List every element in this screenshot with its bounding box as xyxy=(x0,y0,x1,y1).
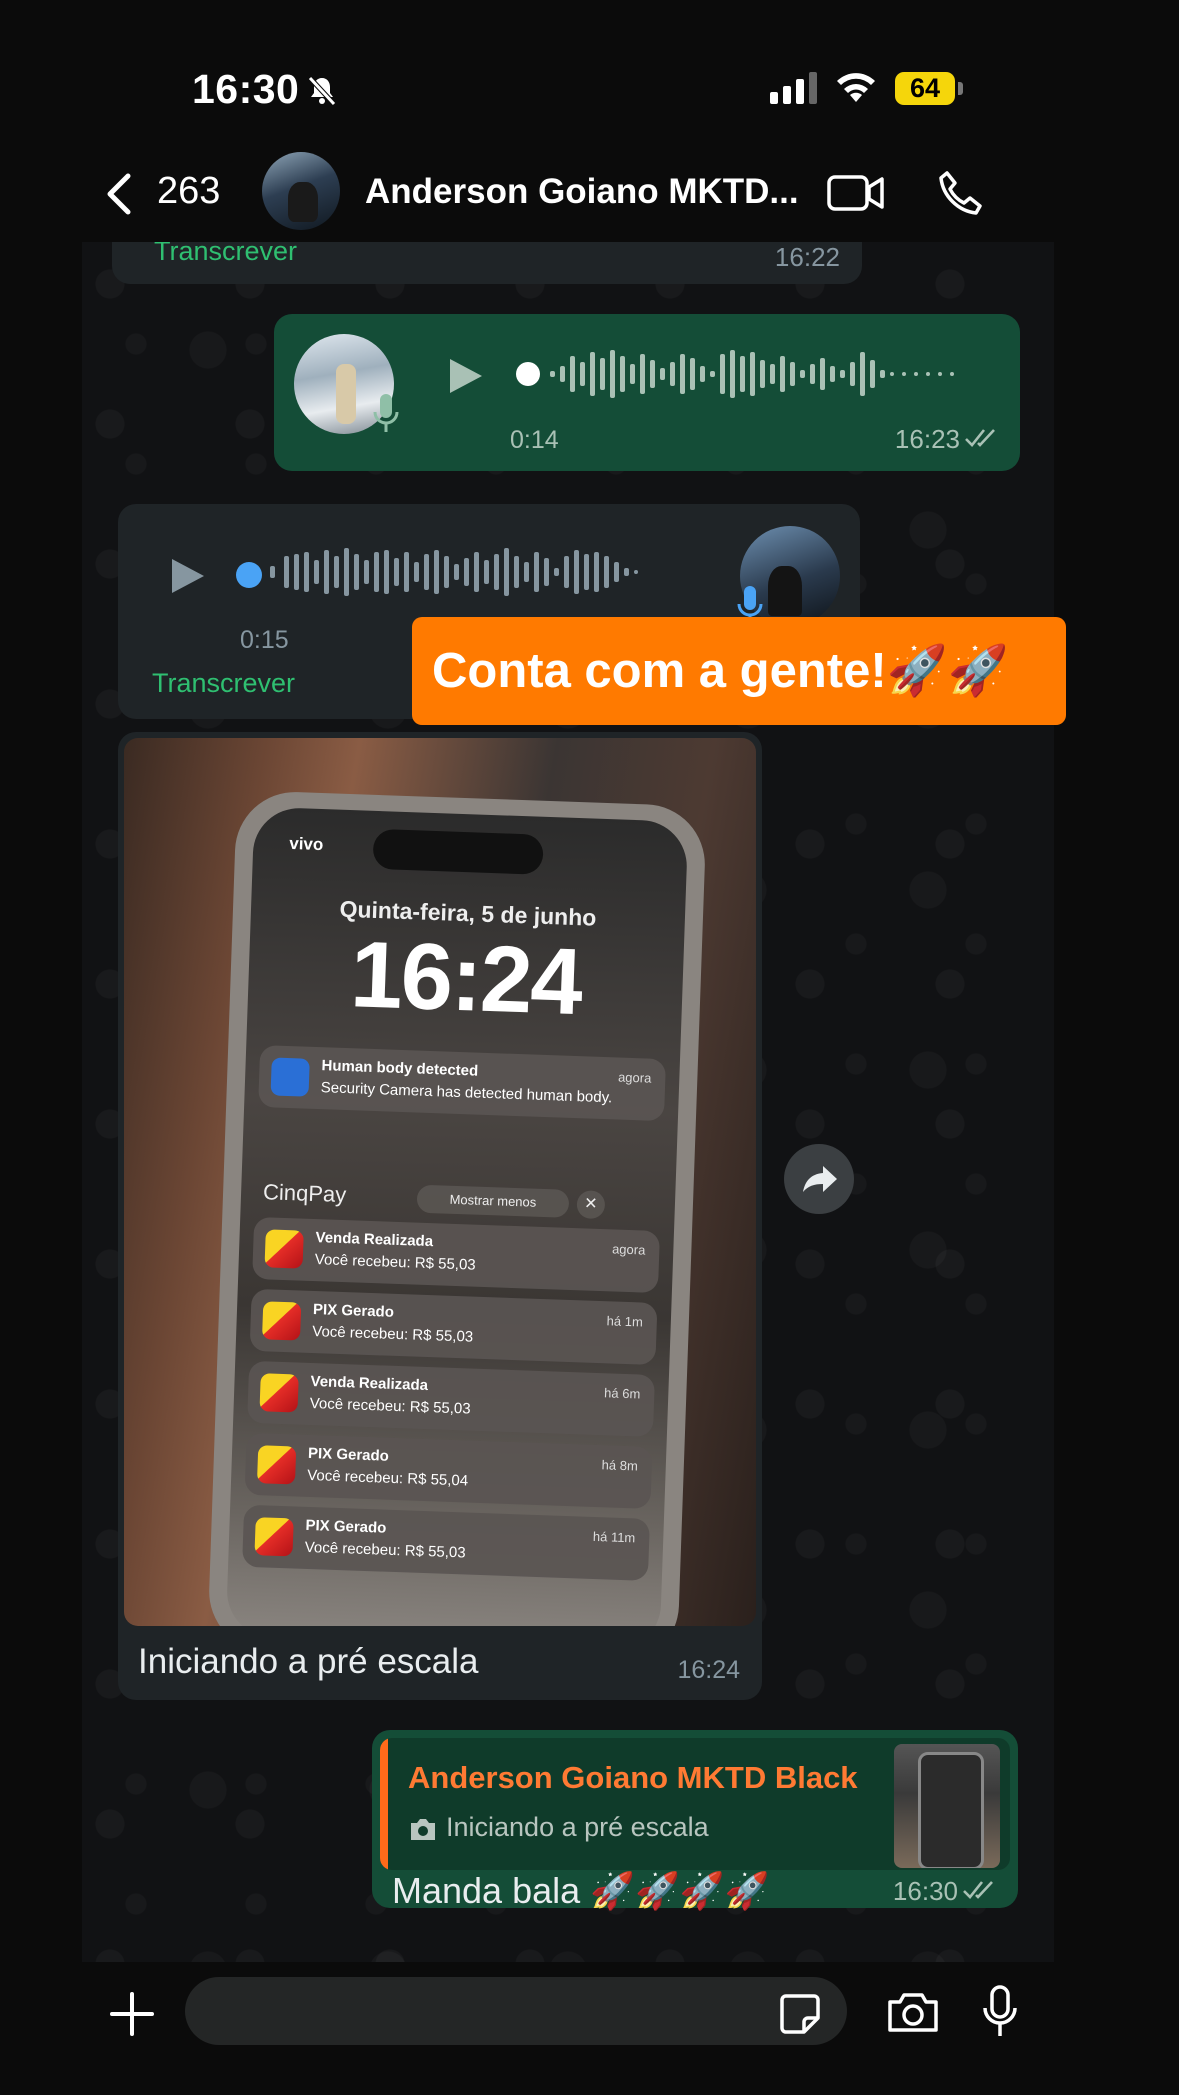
notification-app-name: CinqPay xyxy=(262,1179,347,1208)
playback-position-dot[interactable] xyxy=(516,362,540,386)
camera-icon[interactable] xyxy=(886,1990,940,2039)
input-bar xyxy=(0,1962,1179,2095)
camera-icon xyxy=(408,1816,438,1847)
notification-title: PIX Gerado xyxy=(305,1516,387,1537)
quoted-message[interactable]: Anderson Goiano MKTD Black Iniciando a p… xyxy=(380,1738,1010,1870)
cinqpay-app-icon xyxy=(259,1373,299,1413)
mic-icon xyxy=(372,392,400,441)
message-input[interactable] xyxy=(185,1977,847,2045)
notification-item: Venda Realizada Você recebeu: R$ 55,03 a… xyxy=(252,1216,661,1294)
notification-body: Security Camera has detected human body. xyxy=(320,1079,613,1107)
play-icon[interactable] xyxy=(446,356,484,401)
double-check-read-icon xyxy=(962,1878,998,1907)
plus-icon[interactable] xyxy=(108,1990,156,2043)
waveform[interactable] xyxy=(550,344,970,409)
dynamic-island xyxy=(372,828,544,875)
quoted-image-thumbnail xyxy=(894,1744,1000,1868)
microphone-icon[interactable] xyxy=(982,1984,1018,2045)
notification-time: agora xyxy=(611,1241,646,1258)
cinqpay-app-icon xyxy=(254,1517,294,1557)
close-icon: ✕ xyxy=(576,1190,606,1220)
message-text: Manda bala 🚀🚀🚀🚀 xyxy=(392,1870,770,1911)
battery-tip xyxy=(958,82,963,95)
quoted-sender-name: Anderson Goiano MKTD Black xyxy=(408,1760,858,1795)
photographed-phone: vivo Quinta-feira, 5 de junho 16:24 Huma… xyxy=(207,790,707,1626)
bell-muted-icon xyxy=(305,74,339,113)
show-less-pill: Mostrar menos xyxy=(416,1184,570,1218)
notification-body: Você recebeu: R$ 55,03 xyxy=(309,1394,471,1418)
message-time: 16:24 xyxy=(677,1656,740,1684)
playback-position-dot[interactable] xyxy=(236,562,262,588)
transcribe-link[interactable]: Transcrever xyxy=(154,242,297,267)
notification-item: PIX Gerado Você recebeu: R$ 55,03 há 1m xyxy=(249,1288,658,1366)
notification-title: PIX Gerado xyxy=(307,1444,390,1465)
cinqpay-app-icon xyxy=(256,1445,297,1485)
chat-area[interactable]: Transcrever 16:22 0:14 16:23 0:15 Transc… xyxy=(82,242,1054,1962)
message-time: 16:22 xyxy=(774,242,840,272)
status-bar: 16:30 64 xyxy=(0,0,1179,150)
sticker-message[interactable]: Conta com a gente!🚀🚀 xyxy=(412,617,1066,725)
notification-time: há 1m xyxy=(606,1313,644,1330)
notification-body: Você recebeu: R$ 55,03 xyxy=(304,1538,466,1562)
lock-clock: 16:24 xyxy=(348,921,583,1035)
notification-body: Você recebeu: R$ 55,03 xyxy=(312,1323,474,1346)
cinqpay-app-icon xyxy=(261,1301,302,1341)
battery-indicator: 64 xyxy=(895,72,955,105)
camera-app-icon xyxy=(270,1057,310,1097)
security-notification: Human body detected Security Camera has … xyxy=(258,1045,667,1122)
forward-arrow-icon xyxy=(803,1166,837,1192)
back-chevron-icon[interactable] xyxy=(104,172,134,221)
notification-title: Venda Realizada xyxy=(315,1229,434,1251)
transcribe-link[interactable]: Transcrever xyxy=(152,668,295,699)
outgoing-reply-message: Anderson Goiano MKTD Black Iniciando a p… xyxy=(372,1730,1018,1911)
notification-time: há 6m xyxy=(603,1385,641,1402)
message-photo[interactable]: vivo Quinta-feira, 5 de junho 16:24 Huma… xyxy=(124,738,756,1626)
notification-time: há 8m xyxy=(601,1457,639,1474)
notification-title: Human body detected xyxy=(321,1057,479,1080)
lock-carrier: vivo xyxy=(288,833,324,855)
phone-call-icon[interactable] xyxy=(935,168,985,223)
waveform[interactable] xyxy=(270,542,710,607)
forward-button[interactable] xyxy=(784,1144,854,1214)
quoted-text: Iniciando a pré escala xyxy=(446,1812,709,1842)
quote-accent-bar xyxy=(380,1738,388,1870)
status-time: 16:30 xyxy=(192,66,300,112)
notification-item: PIX Gerado Você recebeu: R$ 55,04 há 8m xyxy=(244,1432,653,1509)
cinqpay-app-icon xyxy=(264,1229,304,1269)
contact-avatar[interactable] xyxy=(262,152,340,230)
image-caption: Iniciando a pré escala xyxy=(138,1642,479,1681)
video-call-icon[interactable] xyxy=(826,172,886,219)
double-check-read-icon xyxy=(964,426,1000,455)
outgoing-voice-message: 0:14 16:23 xyxy=(274,314,1020,471)
incoming-image-message: vivo Quinta-feira, 5 de junho 16:24 Huma… xyxy=(118,732,762,1700)
play-icon[interactable] xyxy=(168,556,206,601)
notification-item: PIX Gerado Você recebeu: R$ 55,03 há 11m xyxy=(242,1504,650,1581)
sticker-icon[interactable] xyxy=(778,1992,822,2041)
voice-duration: 0:14 xyxy=(510,426,559,454)
notification-body: Você recebeu: R$ 55,03 xyxy=(314,1251,476,1274)
message-time: 16:23 xyxy=(894,424,960,454)
contact-name[interactable]: Anderson Goiano MKTD... xyxy=(365,172,799,212)
notification-title: PIX Gerado xyxy=(312,1301,395,1321)
incoming-voice-message-partial: Transcrever 16:22 xyxy=(112,242,862,284)
notification-time: agora xyxy=(617,1069,652,1086)
wifi-icon xyxy=(834,68,878,109)
phone-lock-screen: vivo Quinta-feira, 5 de junho 16:24 Huma… xyxy=(225,806,689,1626)
notification-item: Venda Realizada Você recebeu: R$ 55,03 h… xyxy=(247,1360,655,1437)
notification-time: há 11m xyxy=(592,1528,636,1546)
unread-count[interactable]: 263 xyxy=(157,170,220,213)
message-time: 16:30 xyxy=(892,1876,958,1906)
notification-body: Você recebeu: R$ 55,04 xyxy=(306,1466,469,1490)
voice-duration: 0:15 xyxy=(240,626,289,654)
notification-title: Venda Realizada xyxy=(310,1372,429,1395)
cellular-signal-icon xyxy=(770,72,820,109)
chat-header: 263 Anderson Goiano MKTD... xyxy=(0,150,1179,242)
